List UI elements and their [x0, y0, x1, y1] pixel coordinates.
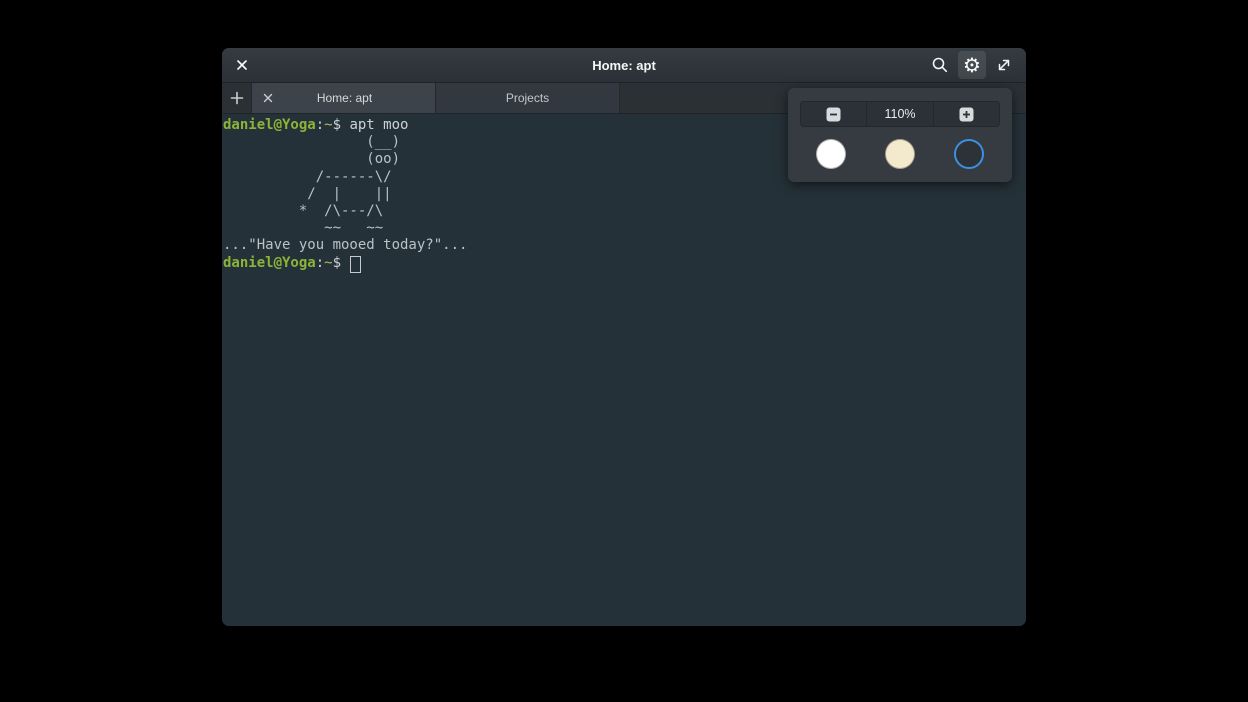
- terminal-line: ~~ ~~: [223, 220, 1022, 237]
- zoom-level: 110%: [866, 102, 932, 126]
- zoom-in-button[interactable]: [933, 102, 999, 126]
- terminal-line: * /\---/\: [223, 203, 1022, 220]
- zoom-in-icon: [959, 107, 974, 122]
- terminal-screen[interactable]: daniel@Yoga:~$ apt moo (__) (oo) /------…: [222, 114, 1026, 626]
- terminal-line: daniel@Yoga:~$: [223, 255, 1022, 273]
- theme-option-dark[interactable]: [954, 139, 984, 169]
- theme-selector: [788, 139, 1012, 169]
- settings-popover: 110%: [788, 88, 1012, 182]
- plus-icon: [230, 91, 244, 105]
- tab-close-button[interactable]: [258, 88, 278, 108]
- headerbar-actions: ⚙: [926, 51, 1026, 79]
- gear-icon: ⚙: [963, 55, 981, 75]
- window-title: Home: apt: [222, 58, 1026, 73]
- tab-home-apt[interactable]: Home: apt: [252, 83, 436, 113]
- new-tab-button[interactable]: [222, 83, 252, 113]
- tab-projects[interactable]: Projects: [436, 83, 620, 113]
- tab-label: Home: apt: [278, 91, 411, 105]
- tab-label: Projects: [436, 91, 619, 105]
- close-icon: [262, 92, 274, 104]
- desktop-background: Home: apt ⚙: [0, 0, 1248, 702]
- close-icon: [235, 58, 249, 72]
- fullscreen-icon: [996, 57, 1012, 73]
- zoom-out-button[interactable]: [801, 102, 866, 126]
- terminal-line: ..."Have you mooed today?"...: [223, 237, 1022, 254]
- fullscreen-button[interactable]: [990, 51, 1018, 79]
- search-button[interactable]: [926, 51, 954, 79]
- window-close-button[interactable]: [228, 51, 256, 79]
- headerbar: Home: apt ⚙: [222, 48, 1026, 83]
- zoom-control: 110%: [800, 101, 1000, 127]
- terminal-line: / | ||: [223, 186, 1022, 203]
- theme-option-sepia[interactable]: [885, 139, 915, 169]
- theme-option-light[interactable]: [816, 139, 846, 169]
- zoom-out-icon: [826, 107, 841, 122]
- search-icon: [931, 56, 949, 74]
- settings-button[interactable]: ⚙: [958, 51, 986, 79]
